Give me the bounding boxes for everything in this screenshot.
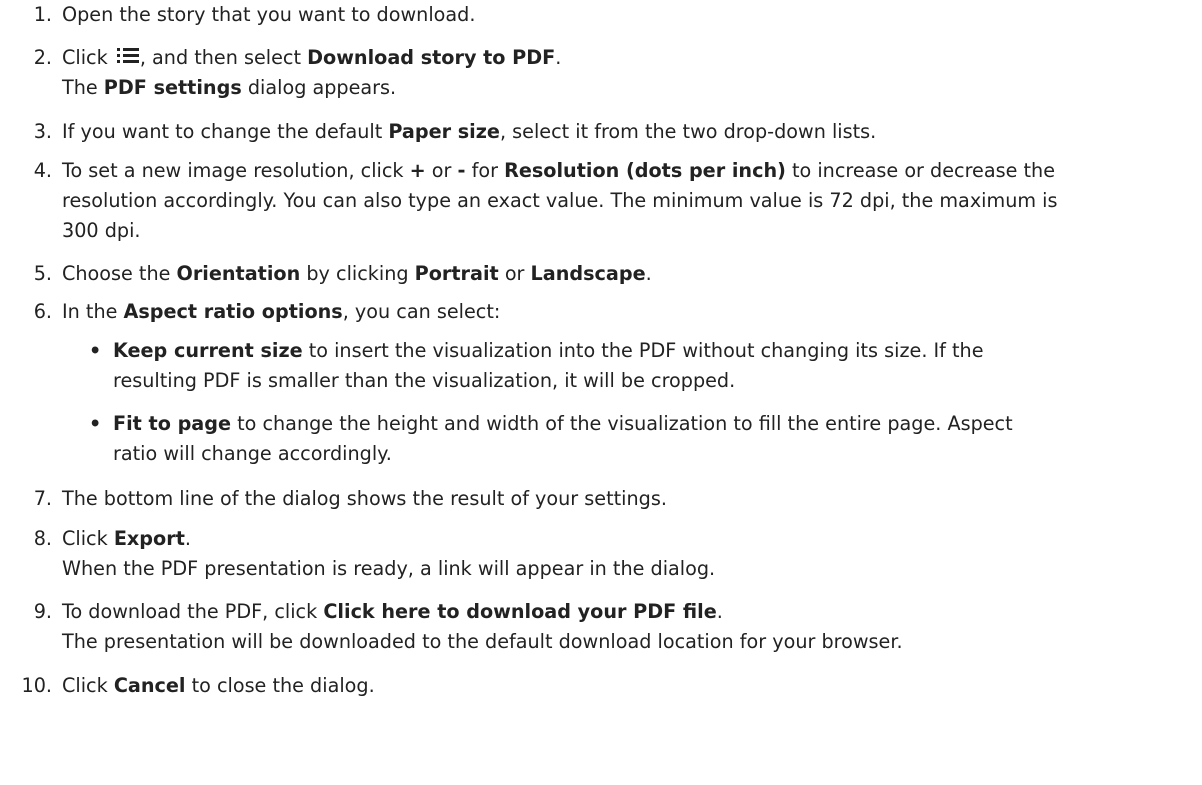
text-run: ratio will change accordingly. <box>113 442 392 465</box>
text-line: resulting PDF is smaller than the visual… <box>113 366 1192 396</box>
text-line: Open the story that you want to download… <box>62 0 1192 30</box>
text-run: . <box>555 46 562 69</box>
text-run: to change the height and width of the vi… <box>231 412 1013 435</box>
text-run: Click <box>62 46 114 69</box>
text-run: , select it from the two drop-down lists… <box>499 120 877 143</box>
step-number: 5. <box>33 262 52 285</box>
text-run: Click <box>62 527 114 550</box>
text-run: The presentation will be downloaded to t… <box>62 630 903 653</box>
bullet-marker: • <box>89 412 102 435</box>
bold-term: Portrait <box>414 262 499 285</box>
step-text: Open the story that you want to download… <box>62 0 1192 30</box>
step-text: The bottom line of the dialog shows the … <box>62 484 1192 514</box>
bold-term: Fit to page <box>113 412 232 435</box>
text-run: . <box>184 527 191 550</box>
step-text: Click Export. When the PDF presentation i… <box>62 524 1192 584</box>
text-run: by clicking <box>300 262 415 285</box>
text-run: to insert the visualization into the PDF… <box>302 339 984 362</box>
step-text: To download the PDF, click Click here to… <box>62 597 1192 657</box>
text-run: , and then select <box>139 46 308 69</box>
text-line: 300 dpi. <box>62 216 1192 246</box>
bold-term: Paper size <box>388 120 500 143</box>
bullet-text: • Fit to page to change the height and wi… <box>89 409 1192 469</box>
bullet-marker: • <box>89 339 102 362</box>
text-run: The bottom line of the dialog shows the … <box>62 487 667 510</box>
step-text: Click Cancel to close the dialog. <box>62 671 1192 701</box>
text-line: Click Export. <box>62 524 1192 554</box>
step-number: 9. <box>33 600 52 623</box>
bullet-text: • Keep current size to insert the visuali… <box>89 336 1192 396</box>
step-text: Click , and then select Download story t… <box>62 43 1192 103</box>
text-run: . <box>645 262 652 285</box>
step-number: 6. <box>33 300 52 323</box>
bold-term: Export <box>113 527 185 550</box>
text-run: or <box>425 159 458 182</box>
text-run: In the <box>62 300 124 323</box>
step-text: In the Aspect ratio options, you can sel… <box>62 297 1192 327</box>
text-line: Click Cancel to close the dialog. <box>62 671 1192 701</box>
step-number: 7. <box>33 487 52 510</box>
bold-term: Aspect ratio options <box>123 300 343 323</box>
bold-term: Click here to download your PDF file <box>323 600 717 623</box>
bold-term: + <box>409 159 426 182</box>
bold-term: Download story to PDF <box>307 46 556 69</box>
step-number: 4. <box>33 159 52 182</box>
text-line: If you want to change the default Paper … <box>62 117 1192 147</box>
step-number: 2. <box>33 46 52 69</box>
text-line: In the Aspect ratio options, you can sel… <box>62 297 1192 327</box>
list-menu-icon <box>116 48 139 63</box>
text-line: To set a new image resolution, click + o… <box>62 156 1192 186</box>
text-line: Keep current size to insert the visualiz… <box>113 336 1192 366</box>
bold-term: Cancel <box>113 674 186 697</box>
text-line: resolution accordingly. You can also typ… <box>62 186 1192 216</box>
instructions-document: 1. Open the story that you want to downl… <box>0 0 1202 785</box>
step-text: To set a new image resolution, click + o… <box>62 156 1192 246</box>
bold-term: Keep current size <box>113 339 303 362</box>
text-run: to close the dialog. <box>185 674 375 697</box>
step-number: 1. <box>33 3 52 26</box>
text-run: To set a new image resolution, click <box>62 159 410 182</box>
text-run: dialog appears. <box>241 76 397 99</box>
text-run: resolution accordingly. You can also typ… <box>62 189 1058 212</box>
text-run: If you want to change the default <box>62 120 389 143</box>
bold-term: Landscape <box>530 262 646 285</box>
text-line: The presentation will be downloaded to t… <box>62 627 1192 657</box>
text-run: , you can select: <box>342 300 501 323</box>
text-run: resulting PDF is smaller than the visual… <box>113 369 736 392</box>
bold-term: Resolution (dots per inch) <box>504 159 786 182</box>
text-line: The PDF settings dialog appears. <box>62 73 1192 103</box>
text-line: When the PDF presentation is ready, a li… <box>62 554 1192 584</box>
text-run: 300 dpi. <box>62 219 141 242</box>
text-run: Choose the <box>62 262 177 285</box>
text-line: ratio will change accordingly. <box>113 439 1192 469</box>
text-run: To download the PDF, click <box>62 600 324 623</box>
text-run: Open the story that you want to download… <box>62 3 476 26</box>
step-number: 3. <box>33 120 52 143</box>
text-line: Fit to page to change the height and wid… <box>113 409 1192 439</box>
text-line: To download the PDF, click Click here to… <box>62 597 1192 627</box>
text-run: When the PDF presentation is ready, a li… <box>62 557 716 580</box>
step-number: 10. <box>21 674 52 697</box>
bold-term: Orientation <box>176 262 301 285</box>
bold-term: - <box>457 159 466 182</box>
text-run: for <box>465 159 505 182</box>
step-number: 8. <box>33 527 52 550</box>
step-text: If you want to change the default Paper … <box>62 117 1192 147</box>
bold-term: PDF settings <box>103 76 242 99</box>
text-run: Click <box>62 674 114 697</box>
text-run: or <box>498 262 531 285</box>
text-line: Click , and then select Download story t… <box>62 43 1192 73</box>
text-run: . <box>716 600 723 623</box>
text-run: The <box>62 76 104 99</box>
text-line: The bottom line of the dialog shows the … <box>62 484 1192 514</box>
text-run: to increase or decrease the <box>785 159 1056 182</box>
step-text: Choose the Orientation by clicking Portr… <box>62 259 1192 289</box>
text-line: Choose the Orientation by clicking Portr… <box>62 259 1192 289</box>
